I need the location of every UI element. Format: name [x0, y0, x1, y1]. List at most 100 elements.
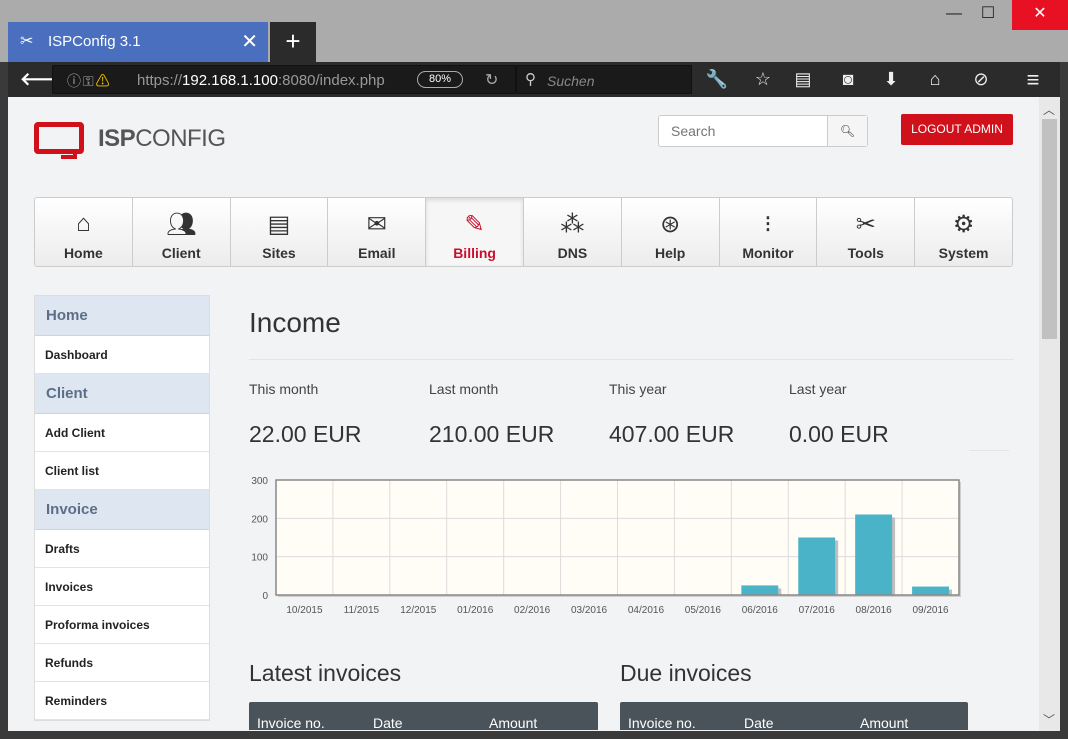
- browser-search-bar[interactable]: ⚲ Suchen: [516, 65, 692, 94]
- x-tick-label: 10/2015: [286, 605, 323, 616]
- sidebar-item-invoices[interactable]: Invoices: [35, 568, 209, 606]
- pocket-icon[interactable]: ◙: [833, 66, 863, 93]
- reload-icon[interactable]: ↻: [485, 70, 498, 90]
- column-invoice-no[interactable]: Invoice no.: [628, 715, 696, 731]
- home-browser-icon[interactable]: ⌂: [920, 66, 950, 93]
- bar-08/2016: [855, 514, 893, 595]
- search-input[interactable]: [659, 116, 828, 146]
- nav-item-tools[interactable]: ✂ Tools: [817, 198, 916, 266]
- y-tick-label: 100: [251, 553, 268, 564]
- stat-label: This month: [249, 381, 319, 397]
- dns-icon: ⁂: [560, 211, 585, 238]
- zoom-level-badge[interactable]: 80%: [417, 71, 463, 88]
- y-tick-label: 0: [262, 591, 268, 602]
- sidebar-section-home: Home: [35, 296, 209, 336]
- x-tick-label: 04/2016: [628, 605, 665, 616]
- wrench-icon[interactable]: 🔧: [702, 66, 732, 93]
- sidebar-item-reminders[interactable]: Reminders: [35, 682, 209, 720]
- nav-item-label: Billing: [453, 245, 496, 261]
- sidebar-item-client-list[interactable]: Client list: [35, 452, 209, 490]
- nav-item-email[interactable]: ✉ Email: [328, 198, 427, 266]
- logout-button[interactable]: LOGOUT ADMIN: [901, 114, 1013, 145]
- sidebar-item-refunds[interactable]: Refunds: [35, 644, 209, 682]
- sidebar-section-invoice: Invoice: [35, 490, 209, 530]
- latest-invoices-table-header: Invoice no. Date Amount: [249, 702, 598, 731]
- income-stat: This month 22.00 EUR: [249, 381, 419, 447]
- back-arrow-icon[interactable]: 🡐: [20, 66, 68, 93]
- nav-item-dns[interactable]: ⁂ DNS: [524, 198, 622, 266]
- close-window-button[interactable]: ✕: [1012, 0, 1068, 30]
- page-content: ISPCONFIG 🔍︎ LOGOUT ADMIN ⌂ Home 👥︎ Client ▤…: [8, 97, 1039, 731]
- url-bar[interactable]: ⓘ⚿⚠ https://192.168.1.100:8080/index.php…: [52, 65, 516, 94]
- x-tick-label: 06/2016: [742, 605, 779, 616]
- column-date[interactable]: Date: [373, 715, 403, 731]
- browser-tab[interactable]: ✂ ISPConfig 3.1 ✕: [8, 22, 268, 62]
- menu-icon[interactable]: ≡: [1018, 66, 1048, 93]
- stat-value: 407.00 EUR: [609, 421, 735, 447]
- income-stat: Last year 0.00 EUR: [789, 381, 959, 447]
- nav-item-monitor[interactable]: ⁝ Monitor: [720, 198, 818, 266]
- column-amount[interactable]: Amount: [489, 715, 537, 731]
- stat-label: Last month: [429, 381, 499, 397]
- security-info-icon[interactable]: ⓘ⚿⚠: [67, 71, 112, 91]
- tools-icon: ✂: [855, 211, 876, 238]
- due-invoices-title: Due invoices: [620, 660, 752, 686]
- nav-item-label: Client: [161, 245, 201, 261]
- column-date[interactable]: Date: [744, 715, 774, 731]
- x-tick-label: 09/2016: [912, 605, 949, 616]
- browser-toolbar: 🡐 ⓘ⚿⚠ https://192.168.1.100:8080/index.p…: [8, 62, 1060, 97]
- x-tick-label: 03/2016: [571, 605, 608, 616]
- logo-text: ISPCONFIG: [98, 125, 226, 152]
- bar-06/2016: [741, 585, 779, 595]
- sidebar-item-drafts[interactable]: Drafts: [35, 530, 209, 568]
- email-icon: ✉: [366, 211, 387, 238]
- download-icon[interactable]: ⬇: [876, 66, 906, 93]
- stat-label: Last year: [789, 381, 847, 397]
- new-tab-button[interactable]: +: [270, 22, 316, 62]
- nav-item-billing[interactable]: ✎ Billing: [426, 198, 524, 266]
- stat-label: This year: [609, 381, 667, 397]
- search-button[interactable]: 🔍︎: [827, 116, 867, 146]
- sidebar-item-proforma-invoices[interactable]: Proforma invoices: [35, 606, 209, 644]
- reading-list-icon[interactable]: ▤: [788, 66, 818, 93]
- x-tick-label: 07/2016: [799, 605, 836, 616]
- nav-item-sites[interactable]: ▤ Sites: [231, 198, 329, 266]
- x-tick-label: 12/2015: [400, 605, 437, 616]
- nav-item-label: Monitor: [742, 245, 794, 261]
- maximize-button[interactable]: ☐: [965, 0, 1011, 30]
- url-text: https://192.168.1.100:8080/index.php: [137, 72, 385, 89]
- due-invoices-table-header: Invoice no. Date Amount: [620, 702, 968, 731]
- x-tick-label: 05/2016: [685, 605, 722, 616]
- window-left-border: [0, 62, 8, 739]
- x-tick-label: 11/2015: [344, 605, 380, 616]
- tab-close-icon[interactable]: ✕: [241, 29, 258, 54]
- bookmark-star-icon[interactable]: ☆: [748, 66, 778, 93]
- nav-item-label: Home: [63, 245, 103, 261]
- system-icon: ⚙: [952, 211, 975, 238]
- sidebar-item-add-client[interactable]: Add Client: [35, 414, 209, 452]
- nav-item-system[interactable]: ⚙ System: [915, 198, 1012, 266]
- tools-favicon-icon: ✂: [20, 33, 34, 50]
- nav-item-client[interactable]: 👥︎ Client: [133, 198, 231, 266]
- main-navigation: ⌂ Home 👥︎ Client ▤ Sites ✉ Email ✎ Billing ⁂ DNS ⊛ He…: [34, 197, 1013, 267]
- scrollbar-thumb[interactable]: [1042, 119, 1057, 339]
- stat-value: 210.00 EUR: [429, 421, 555, 447]
- nav-item-label: Help: [655, 245, 686, 261]
- column-amount[interactable]: Amount: [860, 715, 908, 731]
- addon-icon[interactable]: ⊘: [966, 66, 996, 93]
- scroll-up-icon[interactable]: ︿: [1043, 101, 1055, 118]
- latest-invoices-title: Latest invoices: [249, 660, 402, 686]
- sidebar-menu: Home Dashboard Client Add Client Client list…: [34, 295, 210, 721]
- nav-item-home[interactable]: ⌂ Home: [35, 198, 133, 266]
- column-invoice-no[interactable]: Invoice no.: [257, 715, 325, 731]
- billing-icon: ✎: [464, 211, 485, 238]
- income-bar-chart: 0 100 200 300 10/2015 11/2015 12/2015 01/2016 02…: [251, 476, 961, 616]
- x-tick-label: 01/2016: [457, 605, 494, 616]
- nav-item-help[interactable]: ⊛ Help: [622, 198, 720, 266]
- help-icon: ⊛: [660, 211, 681, 238]
- page-scrollbar[interactable]: ︿ ﹀: [1039, 97, 1060, 731]
- search-icon: 🔍︎: [839, 124, 856, 138]
- scroll-down-icon[interactable]: ﹀: [1043, 711, 1055, 728]
- sidebar-item-dashboard[interactable]: Dashboard: [35, 336, 209, 374]
- home-icon: ⌂: [76, 210, 91, 237]
